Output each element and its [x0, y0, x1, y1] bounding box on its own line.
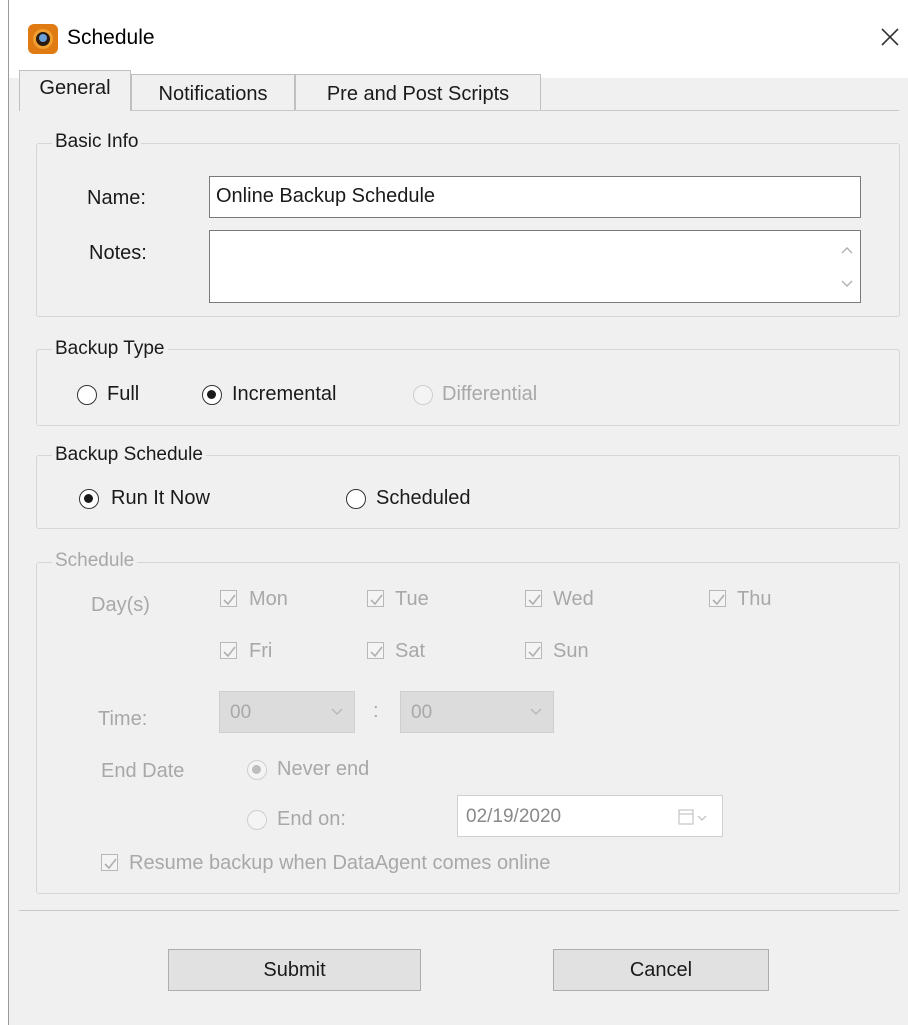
resume-label: Resume backup when DataAgent comes onlin…	[129, 852, 551, 874]
sun-checkbox[interactable]	[525, 642, 542, 659]
wed-checkbox[interactable]	[525, 590, 542, 607]
full-label: Full	[107, 383, 140, 405]
name-input[interactable]: Online Backup Schedule	[209, 176, 861, 218]
wed-label: Wed	[553, 588, 594, 610]
tue-checkbox[interactable]	[367, 590, 384, 607]
fri-checkbox[interactable]	[220, 642, 237, 659]
differential-radio[interactable]	[413, 385, 433, 405]
never-end-radio[interactable]	[247, 760, 267, 780]
tue-label: Tue	[395, 588, 429, 610]
chevron-down-icon	[530, 708, 542, 715]
app-logo-icon	[28, 24, 58, 54]
fri-label: Fri	[249, 640, 273, 662]
backup-type-legend: Backup Type	[52, 338, 168, 360]
schedule-legend: Schedule	[52, 550, 138, 572]
scroll-down-icon[interactable]	[840, 279, 854, 289]
minute-value: 00	[411, 702, 433, 723]
incremental-label: Incremental	[232, 383, 337, 405]
end-date-label: End Date	[101, 760, 185, 782]
end-date-picker[interactable]: 02/19/2020	[457, 795, 723, 837]
cancel-button[interactable]: Cancel	[553, 949, 769, 991]
title-bar: Schedule	[9, 0, 908, 78]
notes-label: Notes:	[89, 242, 147, 264]
chevron-down-icon	[331, 708, 343, 715]
scheduled-radio[interactable]	[346, 489, 366, 509]
time-label: Time:	[98, 708, 148, 730]
divider	[19, 910, 899, 911]
days-label: Day(s)	[91, 594, 150, 616]
tab-pre-post-scripts[interactable]: Pre and Post Scripts	[295, 74, 541, 110]
submit-button[interactable]: Submit	[168, 949, 421, 991]
close-icon[interactable]	[869, 16, 908, 56]
sat-label: Sat	[395, 640, 426, 662]
tab-general[interactable]: General	[19, 70, 131, 111]
resume-checkbox[interactable]	[101, 854, 118, 871]
scroll-up-icon[interactable]	[840, 245, 854, 255]
sat-checkbox[interactable]	[367, 642, 384, 659]
hour-value: 00	[230, 702, 252, 723]
end-on-radio[interactable]	[247, 810, 267, 830]
name-label: Name:	[87, 187, 146, 209]
run-it-now-radio[interactable]	[79, 489, 99, 509]
backup-schedule-legend: Backup Schedule	[52, 444, 206, 466]
sun-label: Sun	[553, 640, 589, 662]
full-radio[interactable]	[77, 385, 97, 405]
end-date-value: 02/19/2020	[466, 806, 562, 827]
notes-textarea[interactable]	[209, 230, 861, 303]
never-end-label: Never end	[277, 758, 370, 780]
basic-info-legend: Basic Info	[52, 131, 142, 153]
tab-bar: General Notifications Pre and Post Scrip…	[19, 70, 899, 111]
schedule-dialog: Schedule General Notifications Pre and P…	[8, 0, 908, 1025]
hour-select[interactable]: 00	[219, 691, 355, 733]
window-title: Schedule	[67, 26, 155, 49]
minute-select[interactable]: 00	[400, 691, 554, 733]
calendar-icon[interactable]	[678, 808, 708, 826]
mon-label: Mon	[249, 588, 288, 610]
incremental-radio[interactable]	[202, 385, 222, 405]
run-it-now-label: Run It Now	[111, 487, 210, 509]
thu-checkbox[interactable]	[709, 590, 726, 607]
thu-label: Thu	[737, 588, 772, 610]
scheduled-label: Scheduled	[376, 487, 471, 509]
tab-notifications[interactable]: Notifications	[131, 74, 295, 110]
time-separator: :	[373, 700, 379, 722]
differential-label: Differential	[442, 383, 538, 405]
mon-checkbox[interactable]	[220, 590, 237, 607]
end-on-label: End on:	[277, 808, 346, 830]
